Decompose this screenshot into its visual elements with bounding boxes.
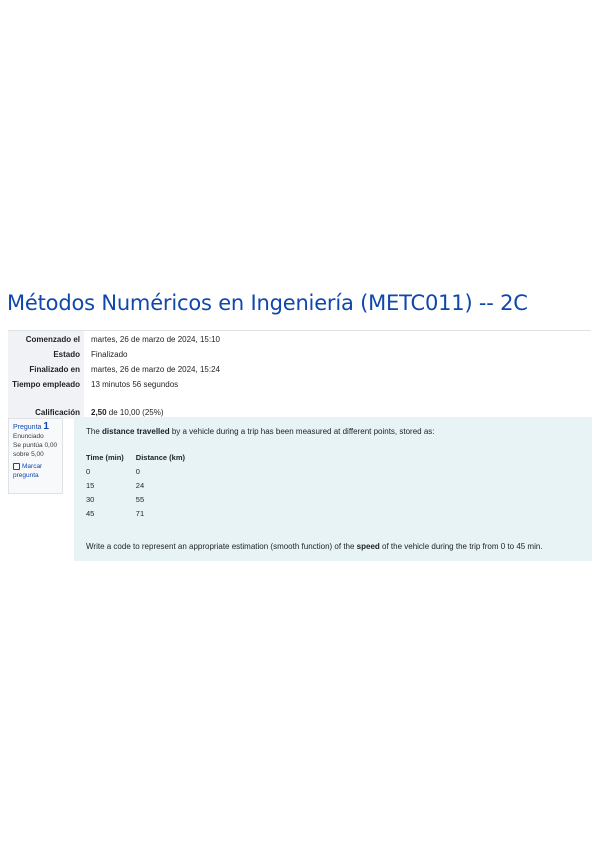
summary-label: Calificación: [8, 404, 84, 419]
distance-table: Time (min) Distance (km) 0 0 15 24 30 55…: [86, 453, 197, 523]
prompt-pre: Write a code to represent an appropriate…: [86, 542, 357, 551]
table-row: 30 55: [86, 495, 197, 509]
flag-question-link[interactable]: Marcar pregunta: [13, 462, 58, 480]
summary-row-finished: Finalizado en martes, 26 de marzo de 202…: [8, 361, 591, 376]
flag-icon: [13, 462, 20, 470]
summary-value: 13 minutos 56 segundos: [91, 380, 179, 389]
grade-total: de 10,00 (25%): [106, 408, 164, 417]
table-cell: 0: [86, 467, 91, 476]
table-cell: 0: [135, 467, 140, 476]
attempt-summary-table: Comenzado el martes, 26 de marzo de 2024…: [8, 330, 591, 419]
summary-value: martes, 26 de marzo de 2024, 15:24: [91, 365, 220, 374]
summary-value: Finalizado: [91, 350, 128, 359]
grade-score: 2,50: [91, 408, 107, 417]
table-cell: 24: [135, 481, 145, 490]
summary-label: Finalizado en: [8, 361, 84, 376]
page-title: Métodos Numéricos en Ingeniería (METC011…: [7, 291, 528, 315]
summary-value: martes, 26 de marzo de 2024, 15:10: [91, 335, 220, 344]
summary-row-time-taken: Tiempo empleado 13 minutos 56 segundos: [8, 376, 591, 404]
table-cell: 15: [86, 481, 95, 490]
prompt-bold: speed: [356, 542, 380, 551]
question-info-panel: Pregunta 1 Enunciado Se puntúa 0,00 sobr…: [8, 418, 63, 494]
table-cell: 71: [135, 509, 145, 518]
table-cell: 55: [135, 495, 145, 504]
question-number: Pregunta 1: [13, 422, 58, 432]
intro-bold: distance travelled: [102, 427, 170, 436]
table-header: Distance (km): [135, 453, 185, 462]
table-cell: 45: [86, 509, 95, 518]
table-row: 15 24: [86, 481, 197, 495]
left-margin: [0, 410, 8, 560]
summary-label: Estado: [8, 346, 84, 361]
intro-pre: The: [86, 427, 103, 436]
question-prompt: Write a code to represent an appropriate…: [86, 541, 543, 553]
table-cell: 30: [86, 495, 95, 504]
prompt-post: of the vehicle during the trip from 0 to…: [379, 542, 543, 551]
question-prefix: Pregunta: [13, 424, 42, 431]
question-text-panel: The distance travelled by a vehicle duri…: [74, 417, 592, 561]
table-row: 45 71: [86, 509, 197, 523]
summary-label: Comenzado el: [8, 331, 84, 346]
summary-row-started: Comenzado el martes, 26 de marzo de 2024…: [8, 331, 591, 346]
table-header: Time (min): [86, 453, 124, 462]
summary-label: Tiempo empleado: [8, 376, 84, 404]
question-state: Enunciado: [13, 433, 44, 440]
question-number-value: 1: [43, 421, 49, 432]
table-row: 0 0: [86, 467, 197, 481]
summary-row-state: Estado Finalizado: [8, 346, 591, 361]
intro-post: by a vehicle during a trip has been meas…: [169, 427, 435, 436]
question-intro: The distance travelled by a vehicle duri…: [86, 426, 580, 438]
question-mark: Se puntúa 0,00 sobre 5,00: [13, 442, 58, 458]
table-header-row: Time (min) Distance (km): [86, 453, 197, 467]
